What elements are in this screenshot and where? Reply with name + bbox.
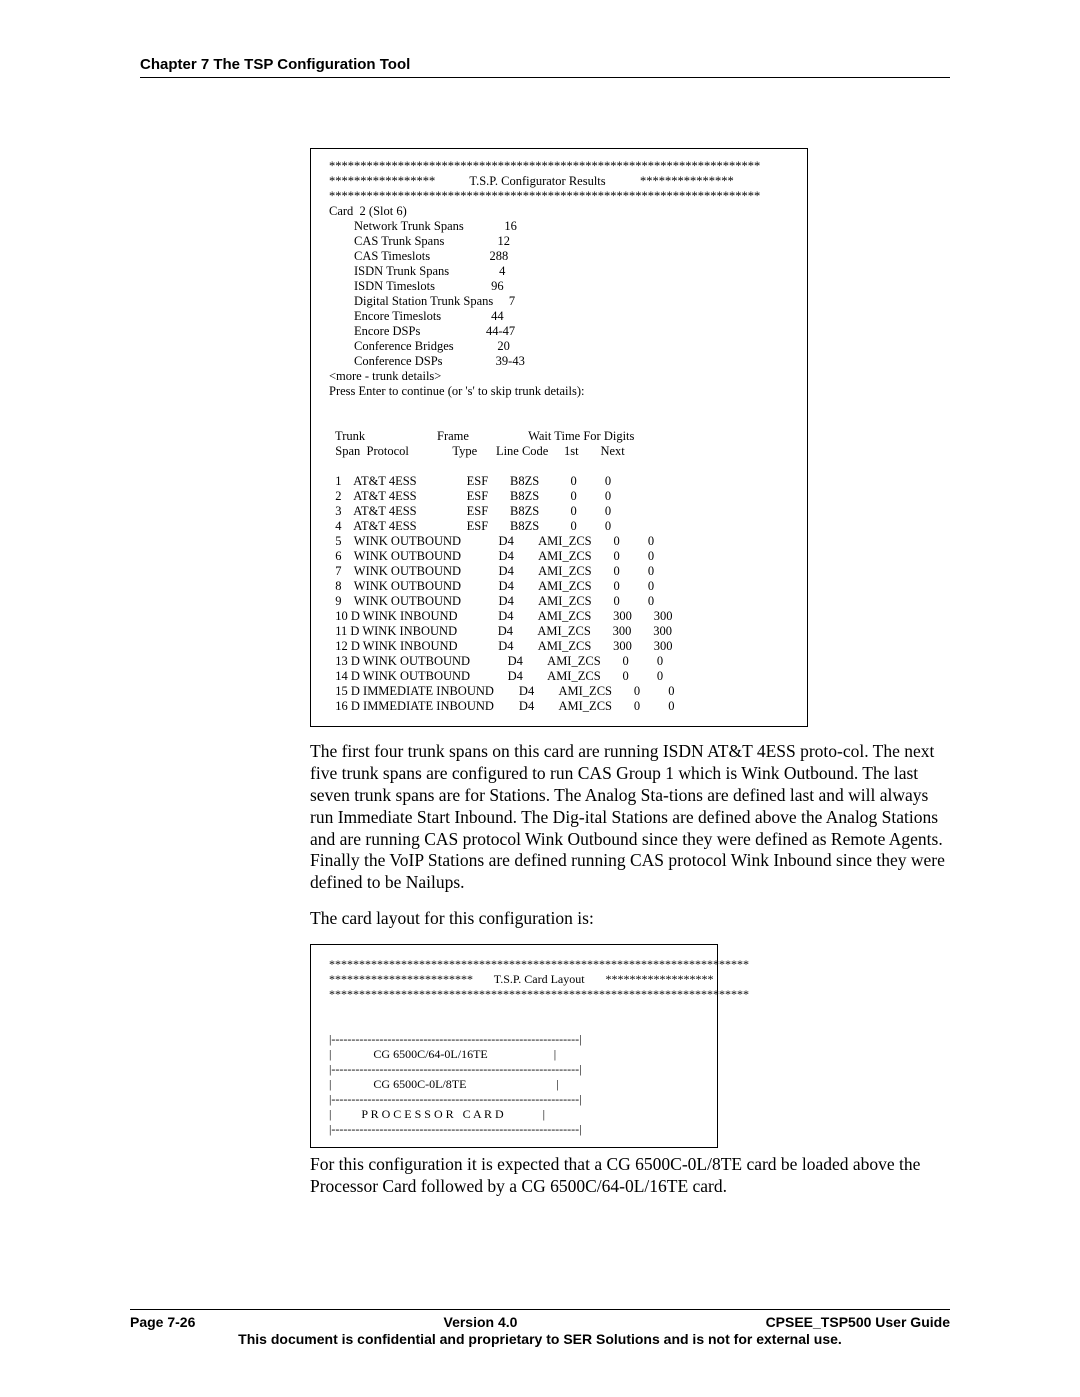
chapter-header: Chapter 7 The TSP Configuration Tool bbox=[140, 56, 950, 78]
paragraph-2: The card layout for this configuration i… bbox=[310, 908, 950, 930]
configurator-results-box: ****************************************… bbox=[310, 148, 808, 727]
paragraph-1: The first four trunk spans on this card … bbox=[310, 741, 950, 894]
page-footer: Page 7-26 Version 4.0 CPSEE_TSP500 User … bbox=[130, 1309, 950, 1347]
card-layout-box: ****************************************… bbox=[310, 944, 718, 1148]
footer-guide: CPSEE_TSP500 User Guide bbox=[766, 1314, 950, 1330]
footer-version: Version 4.0 bbox=[444, 1314, 518, 1330]
footer-confidential: This document is confidential and propri… bbox=[130, 1331, 950, 1347]
paragraph-3: For this configuration it is expected th… bbox=[310, 1154, 950, 1198]
footer-page: Page 7-26 bbox=[130, 1314, 195, 1330]
